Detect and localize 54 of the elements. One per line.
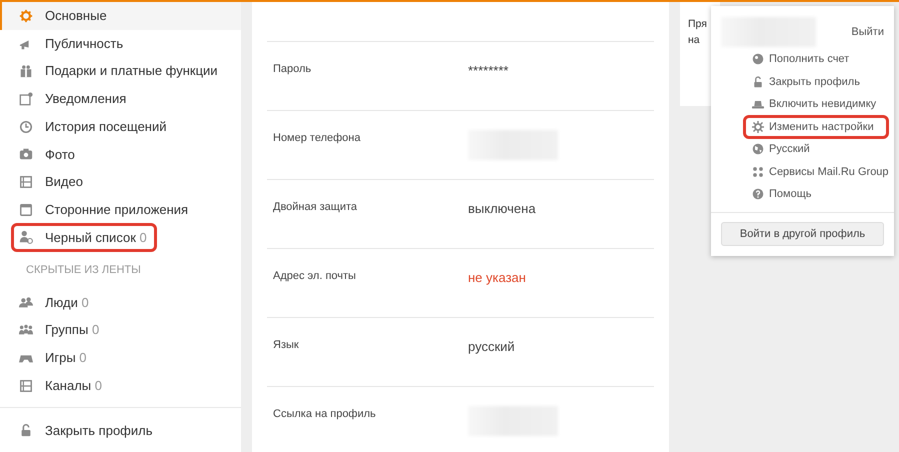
sidebar-item[interactable]: Фото	[0, 140, 241, 168]
menu-item[interactable]: Включить невидимку	[749, 93, 892, 116]
lock-icon	[19, 423, 33, 438]
film-icon	[19, 174, 33, 189]
unlocked-icon	[752, 76, 764, 88]
people-icon	[19, 296, 33, 310]
notice-text: Пря	[688, 17, 707, 32]
apps-icon	[752, 166, 764, 178]
field-label: Адрес эл. почты	[272, 269, 357, 284]
sidebar-item[interactable]: Уведомления	[0, 85, 241, 113]
menu-item[interactable]: Помощь	[749, 183, 892, 206]
menu-item[interactable]: Закрыть профиль	[749, 70, 892, 93]
field-label: Пароль	[272, 62, 312, 77]
menu-item[interactable]: Сервисы Mail.Ru Group	[749, 160, 892, 183]
menu-item[interactable]: Пополнить счет	[749, 48, 892, 70]
sidebar-item[interactable]: Подарки и платные функции	[0, 57, 241, 86]
notice-text: на	[688, 33, 700, 48]
film-icon	[19, 378, 33, 393]
field-value: выключена	[468, 200, 536, 218]
sidebar-item[interactable]: Люди 0	[0, 288, 241, 316]
gift-icon	[19, 64, 33, 78]
field-label: Номер телефона	[272, 131, 362, 146]
camera-icon	[19, 147, 33, 162]
hat-icon	[752, 98, 764, 110]
field-label: Ссылка на профиль	[272, 407, 377, 422]
field-label: Двойная защита	[272, 200, 358, 215]
logout-link[interactable]: Выйти	[851, 24, 884, 40]
sidebar-item[interactable]: Закрыть профиль	[0, 416, 241, 444]
section-heading: СКРЫТЫЕ ИЗ ЛЕНТЫ	[25, 263, 142, 278]
field-value: русский	[468, 338, 515, 356]
blocked-user-icon	[19, 230, 33, 244]
sidebar-item[interactable]: Каналы 0	[0, 372, 241, 400]
sidebar-item[interactable]: Публичность	[0, 30, 241, 58]
notification-icon	[19, 92, 33, 106]
window-icon	[19, 202, 33, 217]
history-icon	[19, 120, 33, 134]
menu-item[interactable]: Русский	[749, 138, 892, 160]
gear-icon	[752, 120, 764, 133]
sidebar-item[interactable]: Видео	[0, 168, 241, 196]
help-icon	[752, 188, 764, 200]
sidebar-item[interactable]: Основные	[0, 2, 241, 30]
sidebar-item[interactable]: Сторонние приложения	[0, 196, 241, 224]
sidebar-item[interactable]: История посещений	[0, 112, 241, 140]
sidebar-item[interactable]: Игры 0	[0, 344, 241, 372]
switch-profile-button[interactable]: Войти в другой профиль	[721, 222, 884, 246]
gear-icon	[19, 8, 33, 23]
group-icon	[19, 323, 33, 338]
field-value: ********	[468, 62, 508, 80]
menu-item[interactable]: Изменить настройки	[749, 116, 892, 138]
field-label: Язык	[272, 338, 300, 353]
field-value: не указан	[468, 269, 526, 287]
sidebar-item[interactable]: Группы 0	[0, 316, 241, 344]
sidebar-item[interactable]: Черный список 0	[0, 224, 241, 252]
coin-icon	[752, 53, 764, 66]
